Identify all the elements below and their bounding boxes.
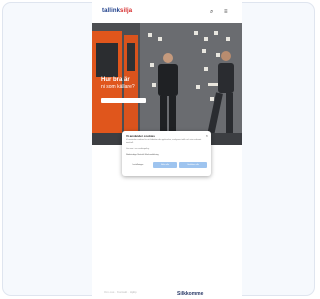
search-icon[interactable]: ⌕: [210, 9, 213, 16]
cookie-dialog-body: Vi använder cookies för att förbättra di…: [126, 139, 202, 144]
hero-heading: Hur bra är ni som källare?: [101, 77, 145, 90]
cookie-dialog-title: Vi använder cookies: [126, 134, 155, 138]
logo-accent-text: silja: [120, 8, 133, 14]
close-icon[interactable]: ×: [206, 133, 208, 138]
cookie-consent-dialog: Vi använder cookies × Vi använder cookie…: [122, 131, 211, 176]
top-navigation-bar: tallinksilja ⌕ ≡: [92, 2, 242, 23]
cookie-category-toggles[interactable]: Nödvändiga Statistik Marknadsföring: [126, 154, 159, 156]
accept-all-button[interactable]: Godkänn alla: [179, 162, 207, 168]
hero-title-text: Hur bra är: [101, 77, 130, 83]
cookie-policy-link[interactable]: Läs mer i vår cookiepolicy.: [126, 148, 206, 150]
hamburger-menu-icon[interactable]: ≡: [224, 9, 228, 15]
logo-main-text: tallink: [102, 8, 121, 14]
hero-subtitle-text: ni som källare?: [101, 84, 135, 90]
cookie-settings-button[interactable]: Inställningar: [126, 162, 150, 168]
hero-search-field[interactable]: [101, 98, 146, 103]
footer-links[interactable]: Om oss · Kontakt · Hjälp: [104, 290, 137, 294]
hero-banner: Hur bra är ni som källare?: [92, 23, 242, 145]
footer-brand-logo: Silkkomme: [177, 291, 204, 297]
reject-all-button[interactable]: Neka alla: [153, 162, 177, 168]
site-logo[interactable]: tallinksilja: [102, 8, 132, 14]
